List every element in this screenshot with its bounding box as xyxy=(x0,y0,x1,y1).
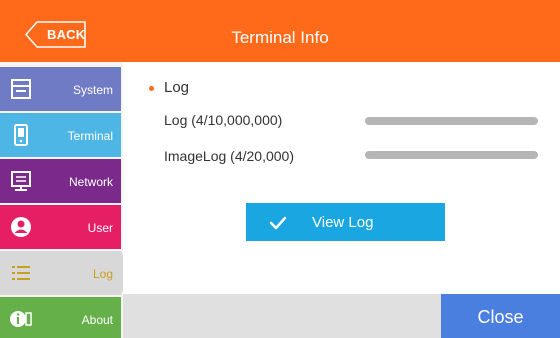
check-icon xyxy=(269,216,287,230)
sidebar: System Terminal Network User Log About xyxy=(0,62,131,338)
log-usage-bar xyxy=(365,117,538,125)
sidebar-item-label: About xyxy=(81,313,113,327)
view-log-label: View Log xyxy=(312,214,374,231)
sidebar-item-system[interactable]: System xyxy=(0,67,121,111)
sidebar-item-terminal[interactable]: Terminal xyxy=(0,113,121,157)
sidebar-item-network[interactable]: Network xyxy=(0,159,121,203)
sidebar-item-label: Network xyxy=(68,175,113,189)
info-icon xyxy=(10,311,32,327)
network-icon xyxy=(11,171,31,191)
close-button[interactable]: Close xyxy=(441,294,560,338)
system-icon xyxy=(11,79,31,99)
log-list-icon xyxy=(12,266,30,280)
sidebar-item-label: Log xyxy=(92,267,113,281)
imagelog-count-label: ImageLog (4/20,000) xyxy=(164,148,294,164)
section-title: Log xyxy=(164,79,190,96)
sidebar-item-label: Terminal xyxy=(67,129,113,143)
bullet-dot xyxy=(149,86,154,91)
sidebar-item-about[interactable]: About xyxy=(0,297,121,338)
sidebar-item-label: System xyxy=(72,83,113,97)
log-panel: Log Log (4/10,000,000) ImageLog (4/20,00… xyxy=(123,62,560,294)
header-bar: BACK Terminal Info xyxy=(0,0,560,62)
user-icon xyxy=(11,217,31,237)
close-button-label: Close xyxy=(477,307,524,327)
sidebar-item-label: User xyxy=(87,221,113,235)
page-title: Terminal Info xyxy=(231,28,329,47)
terminal-icon xyxy=(14,124,28,146)
log-count-label: Log (4/10,000,000) xyxy=(164,112,283,128)
imagelog-usage-bar xyxy=(365,151,538,159)
sidebar-item-log[interactable]: Log xyxy=(0,251,121,295)
view-log-button[interactable]: View Log xyxy=(246,203,445,241)
sidebar-item-user[interactable]: User xyxy=(0,205,121,249)
